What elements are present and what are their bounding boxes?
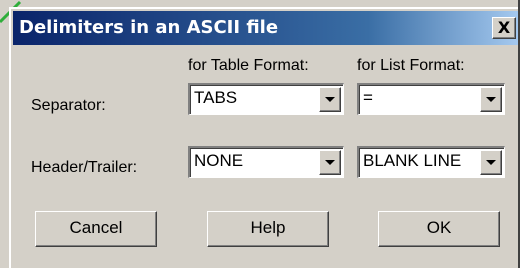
close-icon: X	[497, 18, 511, 37]
title-bar[interactable]: Delimiters in an ASCII file X	[13, 11, 520, 45]
ok-button[interactable]: OK	[378, 211, 500, 247]
table-format-column-header: for Table Format:	[188, 57, 309, 74]
header-trailer-table-format-select[interactable]: NONE	[188, 146, 344, 178]
chevron-down-icon[interactable]	[480, 150, 502, 175]
separator-list-format-value: =	[363, 88, 373, 107]
list-format-column-header: for List Format:	[357, 57, 465, 74]
separator-list-format-select[interactable]: =	[357, 83, 505, 115]
screen: Delimiters in an ASCII file X for Table …	[0, 0, 520, 268]
close-button[interactable]: X	[492, 17, 516, 39]
chevron-down-icon[interactable]	[319, 87, 341, 112]
help-button[interactable]: Help	[207, 211, 329, 247]
separator-table-format-value: TABS	[194, 88, 238, 107]
chevron-down-icon[interactable]	[480, 87, 502, 112]
separator-label: Separator:	[31, 97, 106, 114]
header-trailer-list-format-select[interactable]: BLANK LINE	[357, 146, 505, 178]
dialog-title: Delimiters in an ASCII file	[19, 17, 279, 38]
delimiters-dialog: Delimiters in an ASCII file X for Table …	[9, 7, 520, 268]
header-trailer-label: Header/Trailer:	[31, 159, 138, 176]
chevron-down-icon[interactable]	[319, 150, 341, 175]
header-trailer-table-format-value: NONE	[194, 151, 244, 170]
cancel-button[interactable]: Cancel	[35, 211, 157, 247]
separator-table-format-select[interactable]: TABS	[188, 83, 344, 115]
header-trailer-list-format-value: BLANK LINE	[363, 151, 462, 170]
